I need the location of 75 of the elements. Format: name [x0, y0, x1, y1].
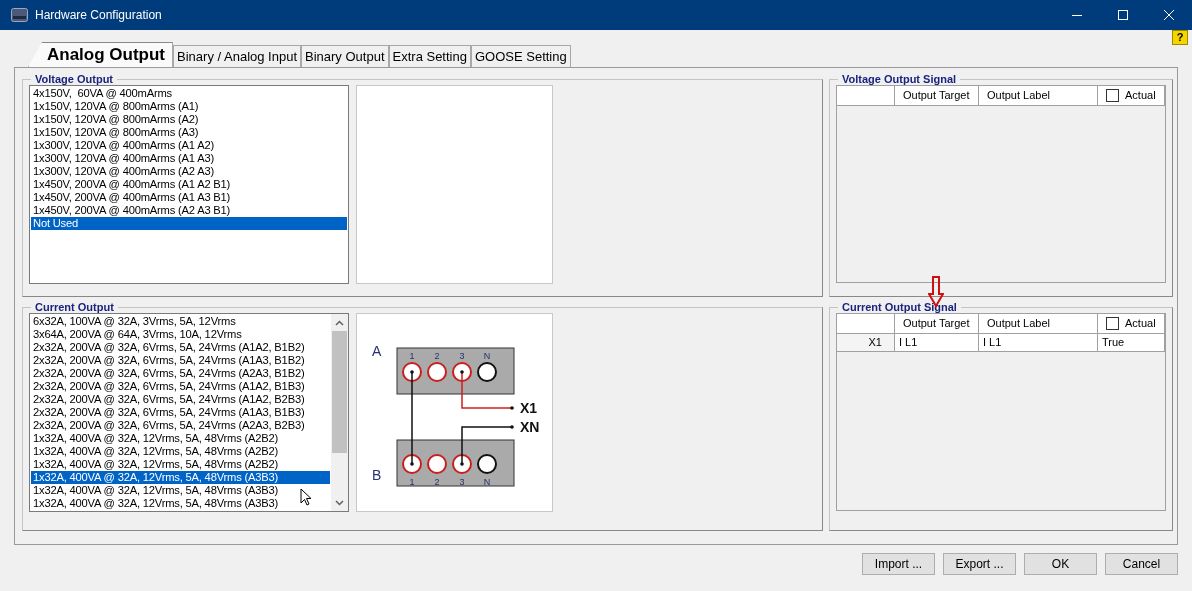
checkbox[interactable] — [1106, 89, 1119, 102]
list-item[interactable]: 3x64A, 200VA @ 64A, 3Vrms, 10A, 12Vrms — [31, 328, 330, 341]
scroll-down-icon[interactable] — [335, 499, 344, 506]
column-header: Output Label — [979, 86, 1098, 106]
tab[interactable]: Binary Output — [301, 45, 389, 67]
terminal-number: 3 — [459, 477, 465, 487]
tab[interactable]: Analog Output — [28, 42, 174, 67]
scrollbar[interactable] — [331, 314, 348, 511]
dialog-button[interactable]: OK — [1024, 553, 1097, 575]
list-item[interactable]: 1x300V, 120VA @ 400mArms (A2 A3) — [31, 165, 347, 178]
list-item[interactable]: 2x32A, 200VA @ 32A, 6Vrms, 5A, 24Vrms (A2A3, B1B2) — [31, 367, 330, 380]
list-item[interactable]: Not Used — [31, 217, 347, 230]
wire-line — [460, 425, 514, 466]
terminal-number: N — [483, 477, 491, 487]
list-item[interactable]: 2x32A, 200VA @ 32A, 6Vrms, 5A, 24Vrms (A1A2, B1B2) — [31, 341, 330, 354]
dialog-button[interactable]: Export ... — [943, 553, 1016, 575]
list-item[interactable]: 1x32A, 400VA @ 32A, 12Vrms, 5A, 48Vrms (A2B2) — [31, 445, 330, 458]
app-icon — [11, 8, 28, 22]
list-item[interactable]: 1x450V, 200VA @ 400mArms (A1 A3 B1) — [31, 191, 347, 204]
list-item[interactable]: 1x150V, 120VA @ 800mArms (A1) — [31, 100, 347, 113]
block-label: B — [372, 467, 382, 483]
list-item[interactable]: 6x32A, 100VA @ 32A, 3Vrms, 5A, 12Vrms — [31, 315, 330, 328]
terminal-number: 1 — [409, 477, 415, 487]
group-title: Current Output Signal — [841, 301, 958, 313]
scroll-up-icon[interactable] — [335, 319, 344, 326]
list-item[interactable]: 1x32A, 400VA @ 32A, 12Vrms, 5A, 48Vrms (A3B3) — [31, 471, 330, 484]
group-title: Voltage Output Signal — [841, 73, 958, 85]
dialog-button[interactable]: Cancel — [1105, 553, 1178, 575]
mouse-pointer-icon — [300, 488, 312, 506]
tab[interactable]: Extra Setting — [388, 45, 471, 67]
list-item[interactable]: 1x450V, 200VA @ 400mArms (A1 A2 B1) — [31, 178, 347, 191]
terminal-number: N — [483, 351, 491, 361]
column-header-label: Actual — [1125, 88, 1156, 103]
terminal-number: 1 — [409, 351, 415, 361]
window-title: Hardware Configuration — [35, 8, 162, 22]
help-button[interactable]: ? — [1172, 30, 1188, 45]
list-item[interactable]: 1x32A, 400VA @ 32A, 12Vrms, 5A, 48Vrms (A3B3) — [31, 484, 330, 497]
group-title: Current Output — [34, 301, 115, 313]
table-cell: I L1 — [979, 334, 1098, 352]
tab[interactable]: Binary / Analog Input — [173, 45, 301, 67]
scrollbar-thumb[interactable] — [332, 331, 347, 453]
list-item[interactable]: 1x450V, 200VA @ 400mArms (A2 A3 B1) — [31, 204, 347, 217]
tab[interactable]: GOOSE Setting — [470, 45, 571, 67]
group-title: Voltage Output — [34, 73, 114, 85]
list-box[interactable] — [29, 313, 349, 512]
checkbox[interactable] — [1106, 317, 1119, 330]
list-item[interactable]: 1x300V, 120VA @ 400mArms (A1 A3) — [31, 152, 347, 165]
list-item[interactable]: 2x32A, 200VA @ 32A, 6Vrms, 5A, 24Vrms (A2A3, B2B3) — [31, 419, 330, 432]
column-header: Output Target — [895, 86, 979, 106]
list-item[interactable]: 4x150V, 60VA @ 400mArms — [31, 87, 347, 100]
wire-line — [460, 370, 514, 410]
list-item[interactable]: 1x32A, 400VA @ 32A, 12Vrms, 5A, 48Vrms (A2B2) — [31, 458, 330, 471]
dialog-button[interactable]: Import ... — [862, 553, 935, 575]
row-header: X1 — [837, 334, 895, 352]
list-item[interactable]: 1x32A, 400VA @ 32A, 12Vrms, 5A, 48Vrms (A2B2) — [31, 432, 330, 445]
list-item[interactable]: 1x150V, 120VA @ 800mArms (A2) — [31, 113, 347, 126]
column-header: Output Target — [895, 314, 979, 334]
list-item[interactable]: 1x150V, 120VA @ 800mArms (A3) — [31, 126, 347, 139]
terminal-number: 2 — [434, 351, 440, 361]
table-cell: I L1 — [895, 334, 979, 352]
column-header-label: Actual — [1125, 316, 1156, 331]
list-item[interactable]: 2x32A, 200VA @ 32A, 6Vrms, 5A, 24Vrms (A1A3, B1B3) — [31, 406, 330, 419]
table-cell: True — [1098, 334, 1165, 352]
terminal-number: 3 — [459, 351, 465, 361]
terminal-number: 2 — [434, 477, 440, 487]
list-item[interactable]: 2x32A, 200VA @ 32A, 6Vrms, 5A, 24Vrms (A1A2, B1B3) — [31, 380, 330, 393]
output-label: X1 — [520, 400, 538, 416]
column-header: Output Label — [979, 314, 1098, 334]
list-item[interactable]: 1x300V, 120VA @ 400mArms (A1 A2) — [31, 139, 347, 152]
list-box[interactable] — [29, 85, 349, 284]
list-item[interactable]: 2x32A, 200VA @ 32A, 6Vrms, 5A, 24Vrms (A1A3, B1B2) — [31, 354, 330, 367]
list-item[interactable]: 1x32A, 400VA @ 32A, 12Vrms, 5A, 48Vrms (A3B3) — [31, 497, 330, 510]
block-label: A — [372, 343, 382, 359]
output-label: XN — [520, 419, 540, 435]
list-item[interactable]: 2x32A, 200VA @ 32A, 6Vrms, 5A, 24Vrms (A1A2, B2B3) — [31, 393, 330, 406]
